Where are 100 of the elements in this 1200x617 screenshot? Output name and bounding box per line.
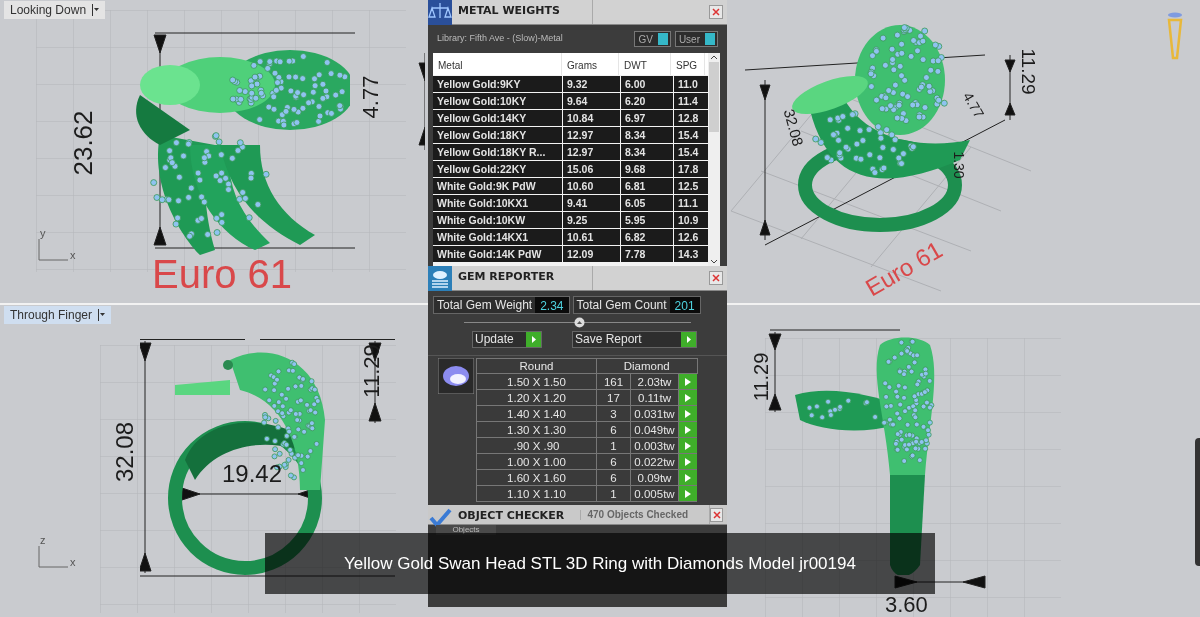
close-button[interactable]	[710, 507, 723, 522]
row-action-button[interactable]	[679, 390, 697, 405]
table-cell: 12.09	[563, 246, 620, 262]
table-cell: 6.20	[621, 93, 673, 109]
row-action-button[interactable]	[679, 374, 697, 389]
axis-label: y	[40, 228, 47, 239]
table-cell: Yellow Gold:18KY R...	[433, 144, 562, 160]
close-icon	[712, 510, 721, 519]
table-cell: Yellow Gold:10KY	[433, 93, 562, 109]
dimension-label: 3.60	[885, 594, 928, 616]
stat-label: Total Gem Weight	[436, 296, 534, 314]
table-cell: White Gold:14K PdW	[433, 246, 562, 262]
axis-label: x	[70, 250, 76, 261]
table-cell: 9.64	[563, 93, 620, 109]
table-cell: Yellow Gold:14KY	[433, 110, 562, 126]
row-action-button[interactable]	[679, 438, 697, 453]
splitter-handle	[574, 317, 585, 328]
table-cell: 6.00	[621, 76, 673, 92]
table-cell: 17.8	[674, 161, 708, 177]
row-action-button[interactable]	[679, 406, 697, 421]
objects-tab[interactable]: Objects	[436, 525, 496, 535]
column-header[interactable]: Metal	[433, 53, 562, 75]
table-cell: 7.78	[621, 246, 673, 262]
table-cell: 9.32	[563, 76, 620, 92]
close-icon	[712, 8, 720, 16]
caret-icon	[92, 4, 100, 16]
table-cell: 5.95	[621, 212, 673, 228]
column-header[interactable]: SPG	[671, 53, 705, 75]
scrollbar-thumb[interactable]	[709, 62, 719, 132]
caret-icon	[98, 309, 106, 321]
close-button[interactable]	[709, 271, 723, 285]
table-cell: Yellow Gold:9KY	[433, 76, 562, 92]
viewport-title[interactable]: Looking Down	[4, 1, 106, 19]
action-button[interactable]: Update	[472, 330, 542, 348]
video-caption: Yellow Gold Swan Head STL 3D Ring with Diamonds Model jr00194	[265, 533, 935, 594]
scrollbar[interactable]	[1195, 438, 1200, 566]
axis-label: x	[70, 557, 76, 568]
table-cell: White Gold:14KX1	[433, 229, 562, 245]
table-cell: 15.4	[674, 144, 708, 160]
group-header: Diamond	[596, 358, 697, 374]
row-action-button[interactable]	[679, 454, 697, 469]
table-cell: 11.1	[674, 195, 708, 211]
scrollbar[interactable]	[708, 53, 720, 266]
panel-title: OBJECT CHECKER	[457, 508, 566, 524]
table-cell: 9.68	[621, 161, 673, 177]
table-cell: 15.4	[674, 127, 708, 143]
size-label: Euro 61	[152, 254, 293, 294]
dimension-label: 11.29	[1018, 48, 1038, 95]
row-action-button[interactable]	[679, 422, 697, 437]
dimension-label: 32.08	[781, 107, 806, 148]
panel-title: METAL WEIGHTS	[457, 3, 561, 19]
table-cell: 8.34	[621, 144, 673, 160]
action-button[interactable]: Save Report	[572, 330, 697, 348]
axis-icon	[38, 239, 68, 261]
column-header[interactable]: DWT	[619, 53, 671, 75]
scroll-down-icon	[710, 259, 718, 264]
play-icon	[681, 331, 696, 347]
dimension-label: 1.30	[951, 151, 966, 179]
stat-label: Total Gem Count	[575, 296, 668, 314]
panel-icon	[428, 266, 452, 291]
table-cell: 6.82	[621, 229, 673, 245]
stat-value: 201	[669, 296, 700, 313]
viewport-title[interactable]: Through Finger	[4, 306, 112, 324]
column-header[interactable]: Grams	[562, 53, 619, 75]
dimension-label: 32.08	[113, 421, 138, 483]
toggle-button[interactable]: GV	[634, 31, 671, 47]
toggle-button[interactable]: User	[674, 31, 718, 47]
row-action-button[interactable]	[679, 486, 697, 501]
table-cell: 9.25	[563, 212, 620, 228]
panel-icon	[428, 0, 452, 25]
table-cell: 11.4	[674, 93, 708, 109]
dimension-label: 4.77	[960, 89, 987, 121]
status-label: 470 Objects Checked	[580, 509, 710, 520]
table-cell: 10.84	[563, 110, 620, 126]
table-cell: White Gold:10KX1	[433, 195, 562, 211]
panel-title: GEM REPORTER	[457, 269, 556, 285]
table-cell: 12.97	[563, 144, 620, 160]
scroll-up-icon	[710, 55, 718, 60]
table-cell: 12.97	[563, 127, 620, 143]
size-label: Euro 61	[861, 237, 947, 301]
table-cell: 10.9	[674, 212, 708, 228]
table-cell: 11.0	[674, 76, 708, 92]
table-cell: 12.8	[674, 110, 708, 126]
dimension-label: 11.29	[751, 352, 772, 402]
table-cell: Yellow Gold:22KY	[433, 161, 562, 177]
row-action-button[interactable]	[679, 470, 697, 485]
dimension-label: 23.62	[69, 110, 96, 176]
axis-label: z	[40, 535, 47, 546]
table-cell: 6.81	[621, 178, 673, 194]
table-cell: 6.97	[621, 110, 673, 126]
gem-icon	[438, 358, 474, 394]
table-cell: 10.61	[563, 229, 620, 245]
dimension-label: 4.77	[360, 75, 383, 119]
axis-icon	[38, 546, 68, 568]
close-button[interactable]	[709, 5, 723, 19]
play-icon	[526, 331, 541, 347]
dimension-label: 19.42	[222, 462, 283, 486]
table-cell: 9.41	[563, 195, 620, 211]
table-cell: 15.06	[563, 161, 620, 177]
table-cell: 6.05	[621, 195, 673, 211]
